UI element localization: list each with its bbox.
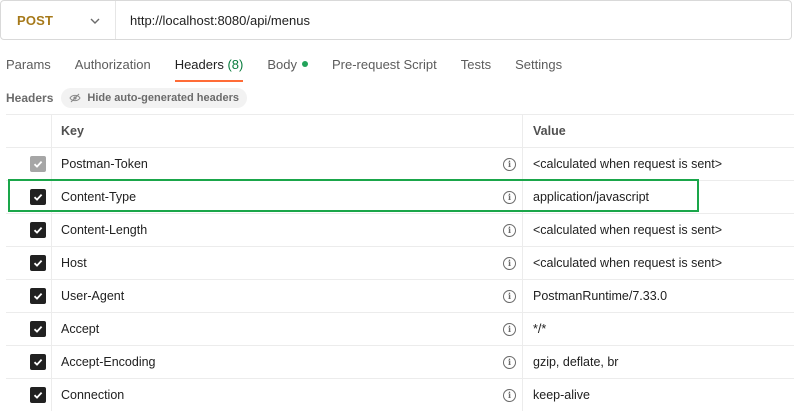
tab-tests-label: Tests [460, 57, 492, 72]
row-value: */* [533, 322, 547, 336]
info-icon[interactable]: i [503, 257, 516, 270]
method-selector[interactable]: POST [1, 1, 116, 39]
row-check-cell [6, 313, 52, 345]
row-value-cell[interactable]: */* [523, 313, 794, 345]
row-value-cell[interactable]: PostmanRuntime/7.33.0 [523, 280, 794, 312]
row-checkbox[interactable] [30, 222, 46, 238]
row-value-cell[interactable]: <calculated when request is sent> [523, 148, 794, 180]
headers-toolbar: Headers Hide auto-generated headers [6, 87, 247, 109]
row-value: <calculated when request is sent> [533, 157, 723, 171]
tab-authorization-label: Authorization [74, 57, 151, 72]
row-checkbox[interactable] [30, 321, 46, 337]
headers-title: Headers [6, 91, 54, 105]
table-row: Accept-Encoding i gzip, deflate, br [6, 345, 794, 378]
row-value: <calculated when request is sent> [533, 223, 723, 237]
row-value-cell[interactable]: keep-alive [523, 379, 794, 411]
check-icon [33, 325, 43, 333]
row-check-cell [6, 346, 52, 378]
check-icon [33, 358, 43, 366]
tab-pre-request-script[interactable]: Pre-request Script [332, 56, 437, 82]
tab-headers-count: (8) [227, 57, 244, 72]
tab-params-label: Params [6, 57, 51, 72]
row-check-cell [6, 148, 52, 180]
check-icon [33, 259, 43, 267]
row-key-cell[interactable]: Accept-Encoding i [51, 346, 523, 378]
row-checkbox[interactable] [30, 354, 46, 370]
tab-pre-request-script-label: Pre-request Script [331, 57, 437, 72]
row-key-cell[interactable]: User-Agent i [51, 280, 523, 312]
info-icon[interactable]: i [503, 323, 516, 336]
check-icon [33, 226, 43, 234]
check-icon [33, 391, 43, 399]
tab-headers-label: Headers [174, 57, 224, 72]
table-row: Accept i */* [6, 312, 794, 345]
info-icon[interactable]: i [503, 389, 516, 402]
check-icon [33, 292, 43, 300]
row-key: Postman-Token [61, 157, 148, 171]
hide-auto-generated-button[interactable]: Hide auto-generated headers [61, 88, 247, 108]
tab-body-label: Body [267, 57, 297, 72]
row-check-cell [6, 379, 52, 411]
row-value: keep-alive [533, 388, 590, 402]
tab-settings[interactable]: Settings [515, 56, 562, 82]
tab-params[interactable]: Params [6, 56, 51, 82]
row-value: gzip, deflate, br [533, 355, 619, 369]
row-key-cell[interactable]: Host i [51, 247, 523, 279]
table-row: User-Agent i PostmanRuntime/7.33.0 [6, 279, 794, 312]
request-tabs: Params Authorization Headers (8) Body Pr… [6, 56, 586, 82]
eye-slash-icon [69, 93, 81, 103]
hide-auto-generated-label: Hide auto-generated headers [87, 92, 239, 104]
row-checkbox[interactable] [30, 156, 46, 172]
table-row: Host i <calculated when request is sent> [6, 246, 794, 279]
info-icon[interactable]: i [503, 290, 516, 303]
row-check-cell [6, 247, 52, 279]
header-key-cell: Key [51, 115, 523, 147]
row-checkbox[interactable] [30, 255, 46, 271]
header-check-cell [6, 115, 52, 147]
row-key: Connection [61, 388, 125, 402]
row-key-cell[interactable]: Content-Length i [51, 214, 523, 246]
table-row: Connection i keep-alive [6, 378, 794, 411]
row-value-cell[interactable]: <calculated when request is sent> [523, 247, 794, 279]
row-check-cell [6, 280, 52, 312]
row-key-cell[interactable]: Accept i [51, 313, 523, 345]
tab-headers[interactable]: Headers (8) [174, 56, 244, 82]
row-key: Accept-Encoding [61, 355, 156, 369]
row-checkbox[interactable] [30, 387, 46, 403]
row-checkbox[interactable] [30, 288, 46, 304]
content-type-highlight-box [8, 179, 699, 212]
info-icon[interactable]: i [503, 158, 516, 171]
table-header-row: Key Value [6, 114, 794, 147]
request-url-bar: POST http://localhost:8080/api/menus [0, 0, 792, 40]
row-value-cell[interactable]: <calculated when request is sent> [523, 214, 794, 246]
tab-body[interactable]: Body [267, 56, 308, 82]
row-key-cell[interactable]: Postman-Token i [51, 148, 523, 180]
body-status-dot-icon [301, 61, 308, 67]
row-key: User-Agent [61, 289, 125, 303]
row-value: <calculated when request is sent> [533, 256, 723, 270]
row-key: Host [61, 256, 87, 270]
row-value-cell[interactable]: gzip, deflate, br [523, 346, 794, 378]
info-icon[interactable]: i [503, 356, 516, 369]
url-input[interactable]: http://localhost:8080/api/menus [116, 13, 310, 28]
check-icon [33, 160, 43, 168]
row-key: Content-Length [61, 223, 148, 237]
column-key-label: Key [61, 124, 84, 138]
chevron-down-icon [90, 18, 100, 24]
row-check-cell [6, 214, 52, 246]
table-row: Content-Length i <calculated when request… [6, 213, 794, 246]
table-row: Postman-Token i <calculated when request … [6, 147, 794, 180]
headers-table: Key Value Postman-Token i <calculated whe… [6, 114, 794, 411]
tab-authorization[interactable]: Authorization [75, 56, 151, 82]
method-label: POST [17, 12, 54, 28]
info-icon[interactable]: i [503, 224, 516, 237]
column-value-label: Value [533, 124, 566, 138]
tab-tests[interactable]: Tests [461, 56, 491, 82]
header-value-cell: Value [523, 115, 794, 147]
row-key-cell[interactable]: Connection i [51, 379, 523, 411]
row-value: PostmanRuntime/7.33.0 [533, 289, 668, 303]
tab-settings-label: Settings [515, 57, 563, 72]
row-key: Accept [61, 322, 100, 336]
